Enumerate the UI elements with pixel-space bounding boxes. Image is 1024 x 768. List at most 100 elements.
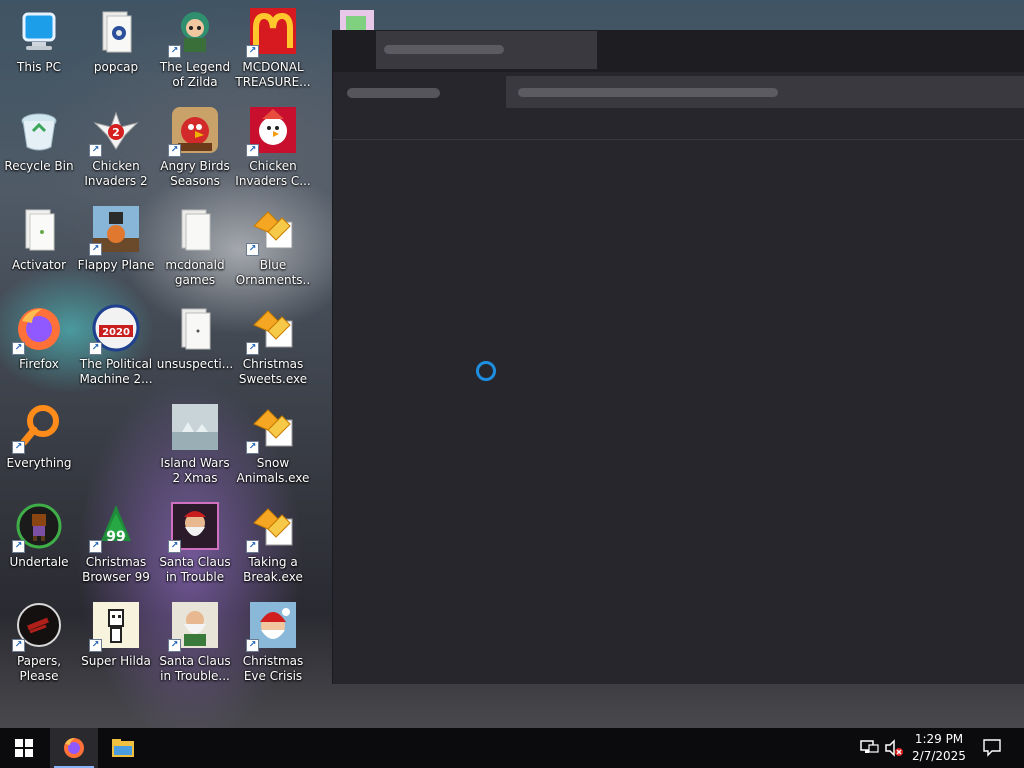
firefox-icon: ↗ [12, 303, 64, 355]
windows-start-icon [15, 739, 33, 757]
desktop-icon-mcdonald-games[interactable]: mcdonald games [156, 200, 234, 296]
icon-label: Recycle Bin [4, 159, 74, 173]
desktop-icon-popcap[interactable]: popcap [77, 2, 155, 98]
desktop-icon-christmas-sweets[interactable]: ↗ Christmas Sweets.exe [234, 299, 312, 395]
network-disconnected-icon[interactable] [860, 738, 880, 758]
desktop-icon-christmas-browser-99[interactable]: 99 ↗ Christmas Browser 99 [77, 497, 155, 593]
icon-label: Island Wars 2 Xmas [160, 456, 230, 485]
desktop-icon-island-wars-2-xmas[interactable]: Island Wars 2 Xmas [156, 398, 234, 494]
shortcut-arrow-icon: ↗ [12, 639, 25, 652]
icon-label: Super Hilda [81, 654, 151, 668]
desktop-icon-chicken-invaders-2[interactable]: 2 ↗ Chicken Invaders 2 [77, 101, 155, 197]
action-center-icon[interactable] [982, 738, 1002, 758]
window-header [333, 72, 1024, 140]
folder-icon [14, 204, 64, 254]
mcdonalds-icon: ↗ [246, 6, 298, 58]
search-bar[interactable] [506, 76, 1024, 108]
island-wars-icon [170, 402, 220, 452]
desktop-icon-flappy-plane[interactable]: ↗ Flappy Plane [77, 200, 155, 296]
chicken-invaders-icon: 2 ↗ [89, 105, 141, 157]
icon-label: Chicken Invaders C... [235, 159, 311, 188]
papers-please-icon: ↗ [12, 600, 64, 652]
legend-of-zilda-icon: ↗ [168, 6, 220, 58]
desktop-icon-unsuspecti[interactable]: unsuspecti... [156, 299, 234, 395]
desktop-icon-legend-of-zilda[interactable]: ↗ The Legend of Zilda [156, 2, 234, 98]
desktop-icon-mcdonal-treasure[interactable]: ↗ MCDONAL TREASURE... [234, 2, 312, 98]
flappy-plane-icon: ↗ [89, 204, 141, 256]
start-button[interactable] [0, 728, 48, 768]
icon-label: Firefox [19, 357, 59, 371]
icon-label: The Political Machine 2... [79, 357, 153, 386]
desktop-icon-chicken-invaders-c[interactable]: ↗ Chicken Invaders C... [234, 101, 312, 197]
folder-icon [170, 204, 220, 254]
shortcut-arrow-icon: ↗ [12, 441, 25, 454]
exe-installer-icon: ↗ [246, 501, 298, 553]
desktop-icon-papers-please[interactable]: ↗ Papers, Please [0, 596, 78, 692]
desktop-icon-activator[interactable]: Activator [0, 200, 78, 296]
window-titlebar[interactable] [333, 30, 1024, 72]
angry-birds-icon: ↗ [168, 105, 220, 157]
shortcut-arrow-icon: ↗ [168, 45, 181, 58]
firefox-icon [64, 738, 84, 758]
super-hilda-icon: ↗ [89, 600, 141, 652]
desktop-icon-firefox[interactable]: ↗ Firefox [0, 299, 78, 395]
desktop-icon-santa-claus-in-trouble-again[interactable]: ↗ Santa Claus in Trouble... A... [156, 596, 234, 692]
folder-icon [170, 303, 220, 353]
desktop-icon-everything[interactable]: ↗ Everything [0, 398, 78, 494]
desktop-icon-this-pc[interactable]: This PC [0, 2, 78, 98]
icon-label: Christmas Sweets.exe [238, 357, 308, 386]
icon-label: Santa Claus in Trouble [159, 555, 231, 584]
shortcut-arrow-icon: ↗ [246, 441, 259, 454]
loading-spinner-icon [476, 361, 496, 381]
exe-installer-icon: ↗ [246, 303, 298, 355]
shortcut-arrow-icon: ↗ [89, 144, 102, 157]
icon-label: Blue Ornaments.... [235, 258, 311, 287]
chicken-invaders-icon: ↗ [246, 105, 298, 157]
svg-text:2020: 2020 [102, 327, 130, 338]
icon-label: unsuspecti... [156, 357, 234, 371]
shortcut-arrow-icon: ↗ [89, 639, 102, 652]
icon-label: The Legend of Zilda [159, 60, 231, 89]
shortcut-arrow-icon: ↗ [168, 540, 181, 553]
icon-label: Activator [11, 258, 67, 272]
desktop-icon-taking-a-break[interactable]: ↗ Taking a Break.exe [234, 497, 312, 593]
shortcut-arrow-icon: ↗ [89, 540, 102, 553]
shortcut-arrow-icon: ↗ [246, 243, 259, 256]
everything-search-icon: ↗ [12, 402, 64, 454]
folder-icon [91, 6, 141, 56]
svg-text:99: 99 [106, 529, 125, 545]
volume-muted-icon[interactable] [884, 738, 904, 758]
app-window[interactable] [332, 30, 1024, 684]
window-tab[interactable] [376, 31, 597, 69]
desktop-icon-blue-ornaments[interactable]: ↗ Blue Ornaments.... [234, 200, 312, 296]
svg-text:2: 2 [112, 126, 120, 139]
desktop-icon-recycle-bin[interactable]: Recycle Bin [0, 101, 78, 197]
taskbar-firefox[interactable] [50, 728, 98, 768]
desktop-icon-santa-claus-in-trouble[interactable]: ↗ Santa Claus in Trouble [156, 497, 234, 593]
desktop-icon-snow-animals[interactable]: ↗ Snow Animals.exe [234, 398, 312, 494]
this-pc-icon [14, 6, 64, 56]
icon-label: Undertale [9, 555, 69, 569]
desktop-icon-christmas-eve-crisis[interactable]: ↗ Christmas Eve Crisis [234, 596, 312, 692]
christmas-browser-icon: 99 ↗ [89, 501, 141, 553]
taskbar-file-explorer[interactable] [99, 728, 147, 768]
recycle-bin-icon [14, 105, 64, 155]
desktop-icon-undertale[interactable]: ↗ Undertale [0, 497, 78, 593]
taskbar-clock[interactable]: 1:29 PM 2/7/2025 [906, 730, 972, 766]
shortcut-arrow-icon: ↗ [12, 342, 25, 355]
clock-time: 1:29 PM [914, 732, 964, 746]
desktop-icon-political-machine[interactable]: 2020 ↗ The Political Machine 2... [77, 299, 155, 395]
exe-installer-icon: ↗ [246, 402, 298, 454]
political-machine-icon: 2020 ↗ [89, 303, 141, 355]
santa-claus-icon: ↗ [246, 600, 298, 652]
shortcut-arrow-icon: ↗ [168, 639, 181, 652]
shortcut-arrow-icon: ↗ [168, 144, 181, 157]
shortcut-arrow-icon: ↗ [89, 342, 102, 355]
icon-label: Christmas Browser 99 [82, 555, 150, 584]
icon-label: mcdonald games [165, 258, 225, 287]
desktop-icon-super-hilda[interactable]: ↗ Super Hilda [77, 596, 155, 692]
icon-label: Flappy Plane [77, 258, 155, 272]
desktop-icon-angry-birds-seasons[interactable]: ↗ Angry Birds Seasons [156, 101, 234, 197]
santa-claus-icon: ↗ [168, 600, 220, 652]
shortcut-arrow-icon: ↗ [246, 45, 259, 58]
